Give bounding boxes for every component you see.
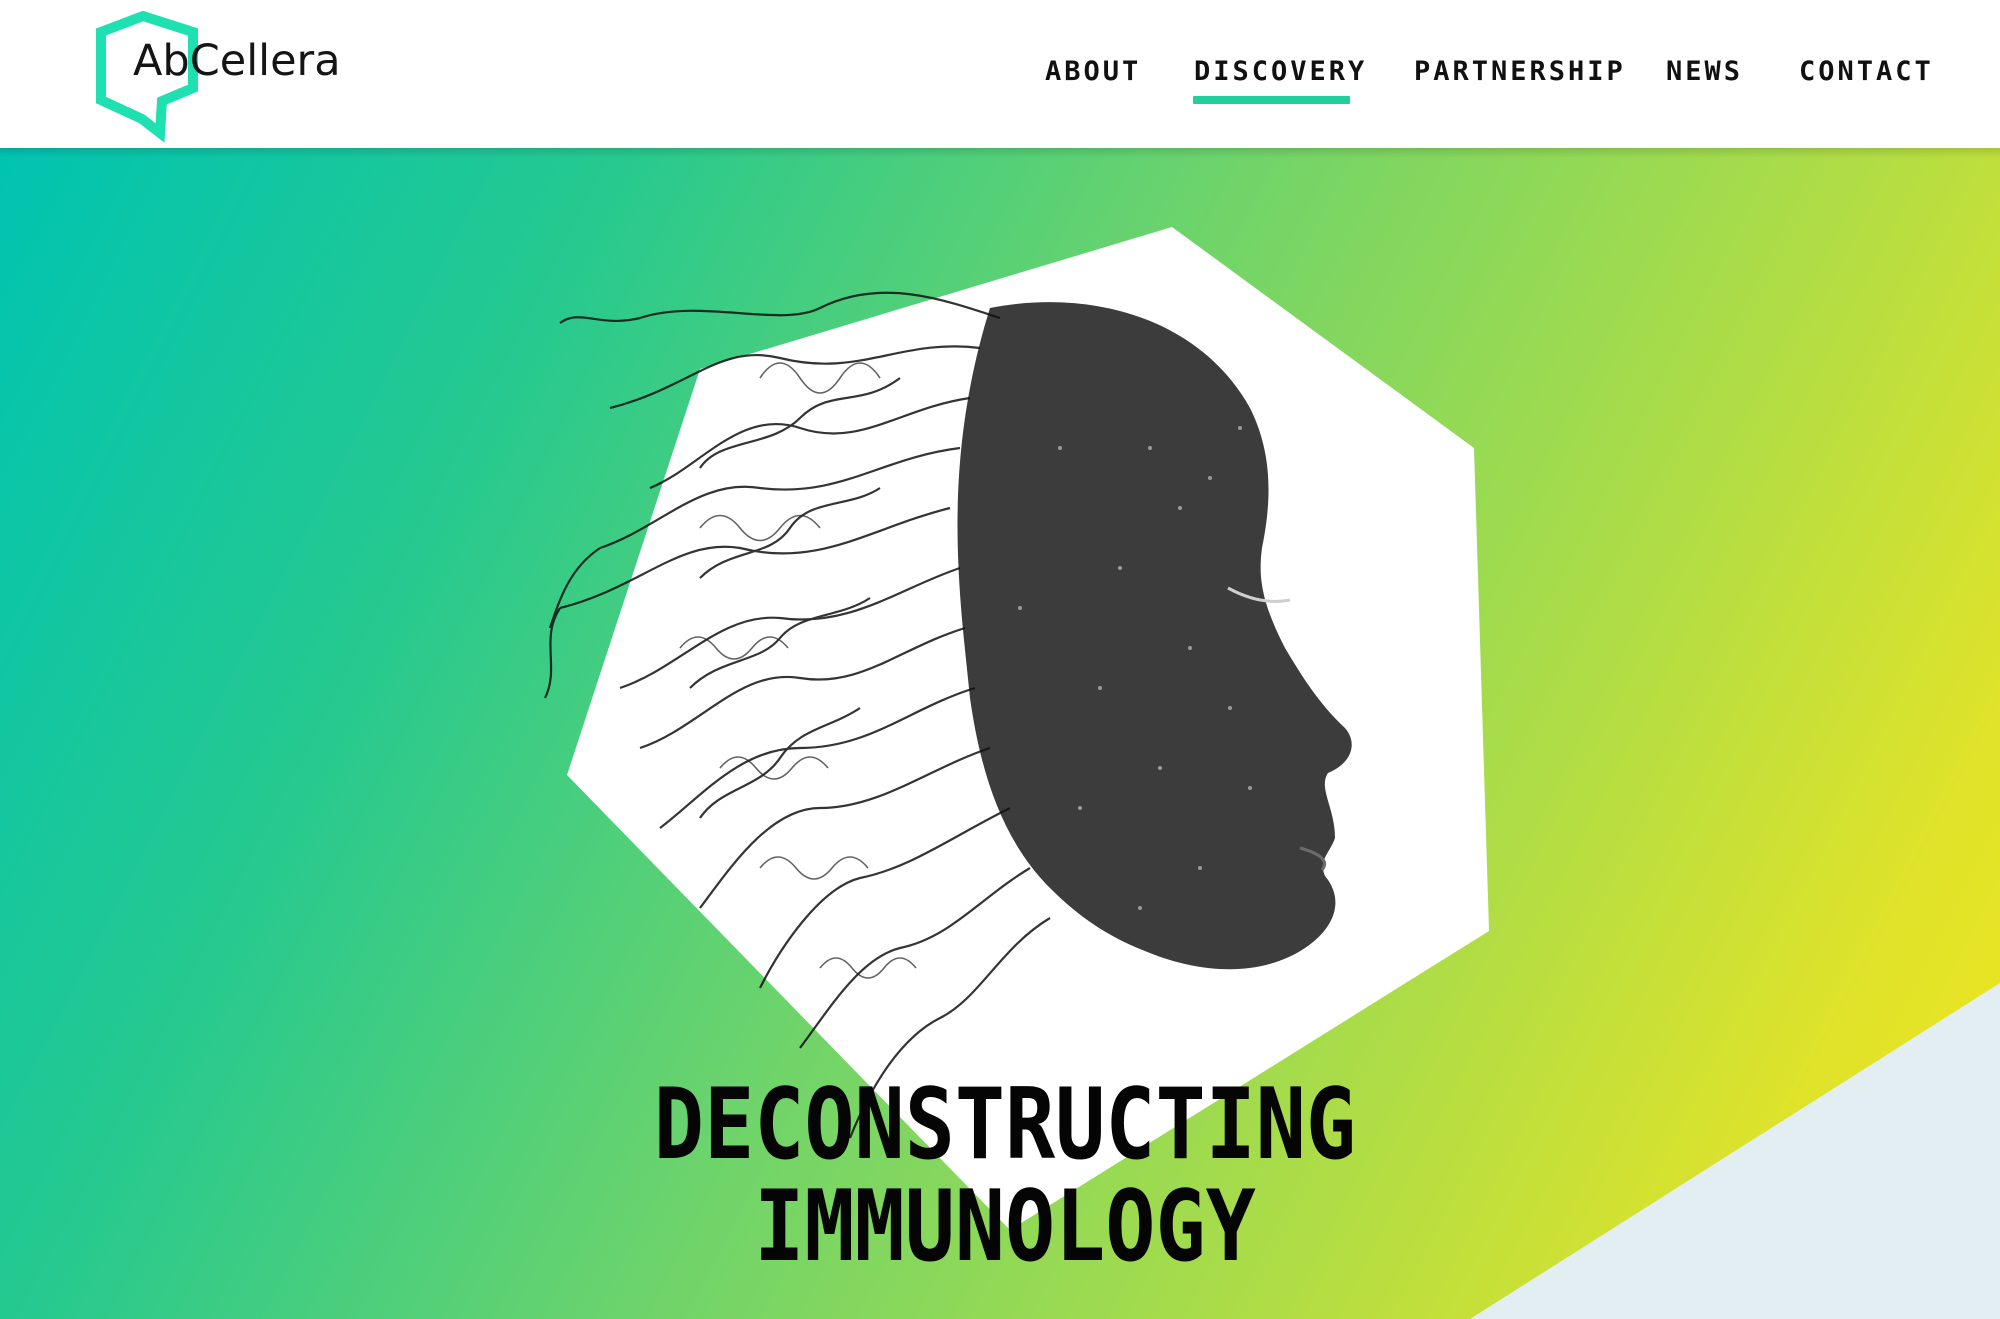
main-nav: ABOUT DISCOVERY PARTNERSHIP NEWS CONTACT xyxy=(0,56,2000,116)
header-shadow xyxy=(0,148,2000,158)
nav-item-about[interactable]: ABOUT xyxy=(1045,56,1141,87)
headline-line-1: DECONSTRUCTING xyxy=(653,1067,1357,1182)
nav-item-contact[interactable]: CONTACT xyxy=(1799,56,1934,87)
site-header: AbCellera ABOUT DISCOVERY PARTNERSHIP NE… xyxy=(0,0,2000,148)
nav-active-indicator xyxy=(1193,96,1350,104)
headline-line-2: IMMUNOLOGY xyxy=(754,1169,1256,1284)
corner-panel xyxy=(1470,983,2000,1319)
nav-item-discovery[interactable]: DISCOVERY xyxy=(1194,56,1367,87)
hero-section: DECONSTRUCTING IMMUNOLOGY xyxy=(0,148,2000,1319)
hero-headline: DECONSTRUCTING IMMUNOLOGY xyxy=(576,1074,1435,1278)
nav-item-news[interactable]: NEWS xyxy=(1666,56,1743,87)
nav-item-partnership[interactable]: PARTNERSHIP xyxy=(1414,56,1626,87)
